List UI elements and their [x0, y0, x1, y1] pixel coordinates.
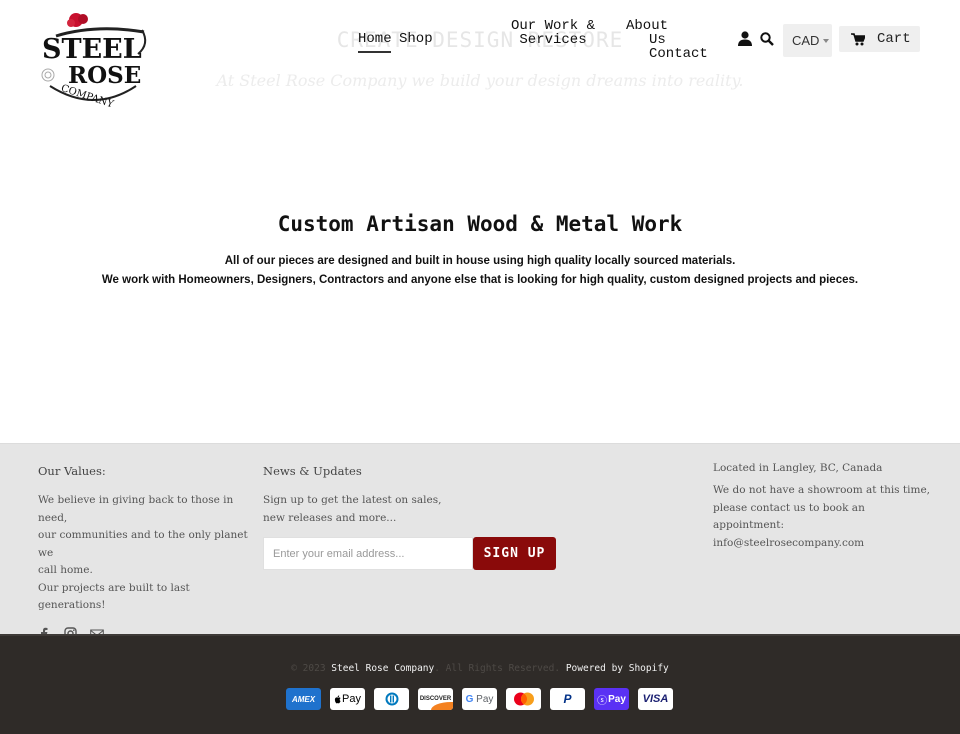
- values-line: call home.: [38, 564, 93, 576]
- nav-shop[interactable]: Shop: [399, 32, 433, 46]
- nav-our-work-line2: Services: [519, 32, 587, 48]
- currency-selector[interactable]: CAD: [783, 24, 832, 57]
- nav-about-contact[interactable]: About Us Contact: [624, 19, 732, 61]
- paypal-icon: P: [550, 688, 585, 710]
- visa-icon: VISA: [638, 688, 673, 710]
- copyright: © 2023 Steel Rose Company. All Rights Re…: [0, 663, 960, 674]
- nav-about-line2: Us Contact: [649, 32, 708, 62]
- footer-contact: Located in Langley, BC, Canada We do not…: [713, 462, 933, 552]
- newsletter-heading: News & Updates: [263, 464, 362, 478]
- shop-pay-icon: ⓢ Pay: [594, 688, 629, 710]
- values-heading: Our Values:: [38, 464, 106, 478]
- nav-active-underline: [358, 51, 391, 53]
- amex-icon: AMEX: [286, 688, 321, 710]
- main-nav: Home Shop Our Work & Services About Us C…: [0, 0, 960, 61]
- search-icon[interactable]: [760, 31, 774, 46]
- newsletter-text: Sign up to get the latest on sales, new …: [263, 494, 442, 524]
- powered-by-shopify-link[interactable]: Powered by Shopify: [566, 663, 669, 674]
- chevron-down-icon: [823, 38, 830, 43]
- rights-text: . All Rights Reserved.: [434, 663, 561, 674]
- footer: Our Values: We believe in giving back to…: [0, 443, 960, 640]
- contact-line: We do not have a showroom at this time,: [713, 484, 930, 496]
- values-line: Our projects are built to last generatio…: [38, 581, 190, 612]
- nav-our-work-line1: Our Work &: [510, 18, 595, 34]
- contact-email-link[interactable]: info@steelrosecompany.com: [713, 537, 864, 549]
- cart-label: Cart: [877, 31, 911, 47]
- currency-value: CAD: [792, 33, 820, 48]
- intro-paragraph-1: All of our pieces are designed and built…: [224, 255, 736, 267]
- google-pay-icon: G Pay: [462, 688, 497, 710]
- footer-values: Our Values: We believe in giving back to…: [38, 464, 253, 640]
- shop-pay-label: Pay: [608, 693, 626, 705]
- payment-icons: AMEX Pay DISCOVER G Pay P ⓢ Pay VISA: [286, 688, 673, 710]
- contact-line: please contact us to book an appointment…: [713, 501, 865, 532]
- company-link[interactable]: Steel Rose Company: [331, 663, 434, 674]
- cart-icon: [851, 32, 865, 45]
- user-icon[interactable]: [738, 31, 752, 46]
- values-line: We believe in giving back to those in ne…: [38, 494, 234, 524]
- cart-button[interactable]: Cart: [839, 26, 920, 52]
- mastercard-icon: [506, 688, 541, 710]
- newsletter-form: Enter your email address... SIGN UP: [263, 537, 563, 570]
- contact-text: We do not have a showroom at this time, …: [713, 482, 933, 552]
- values-text: We believe in giving back to those in ne…: [38, 492, 253, 615]
- values-line: our communities and to the only planet w…: [38, 529, 248, 559]
- nav-home[interactable]: Home: [358, 32, 392, 46]
- email-input[interactable]: Enter your email address...: [263, 537, 473, 570]
- bottom-bar: © 2023 Steel Rose Company. All Rights Re…: [0, 634, 960, 734]
- intro-paragraph-2: We work with Homeowners, Designers, Cont…: [101, 274, 859, 286]
- location-text: Located in Langley, BC, Canada: [713, 462, 883, 474]
- copyright-year: © 2023: [291, 663, 326, 674]
- apple-pay-icon: Pay: [330, 688, 365, 710]
- nav-our-work-services[interactable]: Our Work & Services: [510, 19, 596, 47]
- diners-club-icon: [374, 688, 409, 710]
- discover-icon: DISCOVER: [418, 688, 453, 710]
- sign-up-button[interactable]: SIGN UP: [473, 537, 556, 570]
- nav-about-line1: About: [626, 18, 669, 34]
- hero-subtitle: At Steel Rose Company we build your desi…: [216, 71, 744, 90]
- discover-label: DISCOVER: [419, 696, 452, 702]
- footer-newsletter: News & Updates Sign up to get the latest…: [263, 464, 563, 570]
- page-title: Custom Artisan Wood & Metal Work: [277, 212, 683, 236]
